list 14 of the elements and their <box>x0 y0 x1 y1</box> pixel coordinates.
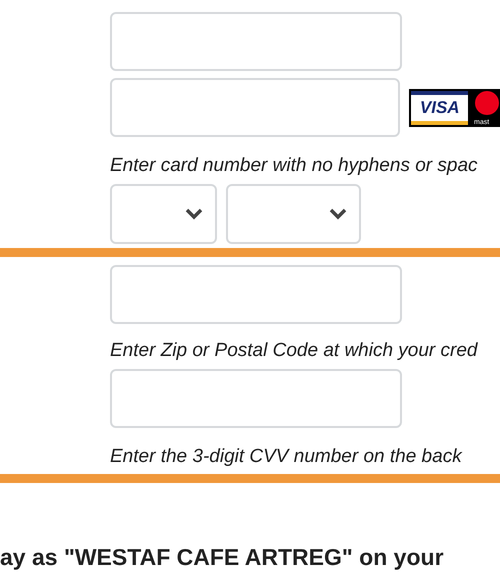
card-number-field[interactable] <box>110 78 400 137</box>
statement-note: ay as "WESTAF CAFE ARTREG" on your <box>0 544 445 571</box>
chevron-down-icon <box>185 208 203 220</box>
visa-logo: VISA <box>411 90 468 124</box>
expiry-select[interactable] <box>226 184 361 244</box>
zip-field[interactable] <box>110 265 402 324</box>
cvv-hint: Enter the 3-digit CVV number on the back <box>110 446 464 468</box>
chevron-down-icon <box>329 208 347 220</box>
expiry-select[interactable] <box>110 184 217 244</box>
zip-hint: Enter Zip or Postal Code at which your cred <box>110 340 479 362</box>
input-field[interactable] <box>110 12 402 71</box>
mastercard-icon <box>472 88 500 114</box>
cvv-field[interactable] <box>110 369 402 428</box>
card-number-hint: Enter card number with no hyphens or spac <box>110 155 479 177</box>
